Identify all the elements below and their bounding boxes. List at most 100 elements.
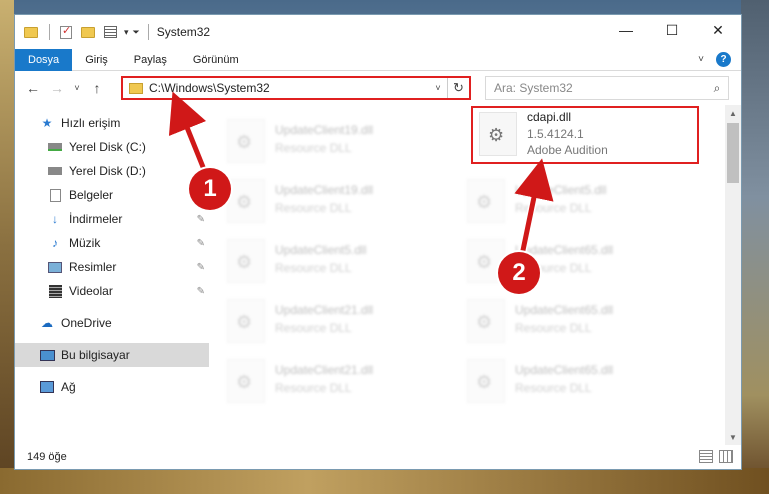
file-item[interactable]: UpdateClient21.dll Resource DLL [221,293,451,353]
file-item-cdapi-highlighted[interactable]: cdapi.dll 1.5.4124.1 Adobe Audition [471,106,699,164]
download-icon: ↓ [52,212,58,226]
sidebar-item-label: OneDrive [61,316,112,330]
callout-2: 2 [498,252,540,294]
dll-file-icon [467,359,505,403]
file-description: Resource DLL [275,201,352,215]
sidebar-item-this-pc[interactable]: Bu bilgisayar [15,343,209,367]
sidebar-item-disk-c[interactable]: Yerel Disk (C:) [15,135,209,159]
sidebar-item-label: Videolar [69,284,113,298]
up-button[interactable]: ↑ [85,76,109,100]
scroll-thumb[interactable] [727,123,739,183]
file-name: UpdateClient19.dll [275,183,374,197]
file-description: Resource DLL [515,201,592,215]
folder-icon [23,24,39,40]
file-name: UpdateClient21.dll [275,363,374,377]
address-bar[interactable]: C:\Windows\System32 ˅ ↻ [121,76,471,100]
navigation-bar: ← → ˅ ↑ C:\Windows\System32 ˅ ↻ Ara: Sys… [15,71,741,105]
dll-file-icon [227,239,265,283]
sidebar-item-label: Belgeler [69,188,114,202]
ribbon-tabs: Dosya Giriş Paylaş Görünüm ˅ ? [15,48,741,71]
sidebar-item-videos[interactable]: Videolar ✎ [15,279,209,303]
new-folder-icon[interactable] [80,24,96,40]
window-controls: — ☐ ✕ [603,15,741,45]
sidebar-item-label: Yerel Disk (C:) [69,140,146,154]
back-button[interactable]: ← [21,76,45,100]
tab-view[interactable]: Görünüm [180,49,252,71]
ribbon-right-controls: ˅ ? [698,52,731,67]
file-name: UpdateClient5.dll [515,183,607,197]
customize-toolbar-icon[interactable]: ⏷ [133,27,140,38]
properties-icon[interactable] [102,24,118,40]
vertical-scrollbar[interactable]: ▲ ▼ [725,105,741,445]
file-item[interactable]: UpdateClient5.dll Resource DLL [461,173,691,233]
file-name: UpdateClient21.dll [275,303,374,317]
sidebar-item-music[interactable]: ♪ Müzik ✎ [15,231,209,255]
file-item[interactable]: UpdateClient21.dll Resource DLL [221,353,451,413]
file-item[interactable]: UpdateClient65.dllResource DLL [461,293,691,353]
forward-button[interactable]: → [45,76,69,100]
navigation-pane: ★ Hızlı erişim Yerel Disk (C:) Yerel Dis… [15,105,209,445]
scroll-down-icon[interactable]: ▼ [725,429,741,445]
help-icon[interactable]: ? [716,52,731,67]
quick-access-dropdown-icon[interactable]: ▾ [124,27,129,38]
window-title: System32 [156,25,211,39]
pin-icon[interactable]: ✎ [197,286,205,297]
refresh-button[interactable]: ↻ [447,78,469,98]
sidebar-item-pictures[interactable]: Resimler ✎ [15,255,209,279]
sidebar-item-label: Ağ [61,380,76,394]
search-icon[interactable]: ⌕ [706,81,728,96]
search-input[interactable]: Ara: System32 ⌕ [485,76,729,100]
callout-1: 1 [189,168,231,210]
pin-icon[interactable]: ✎ [197,238,205,249]
large-icons-view-icon[interactable] [719,450,733,463]
file-list: UpdateClient19.dll Resource DLL UpdateCli… [211,105,723,445]
sidebar-item-label: İndirmeler [69,212,123,226]
file-description: Resource DLL [275,261,352,275]
sidebar-item-label: Resimler [69,260,117,274]
details-view-icon[interactable] [699,450,713,463]
folder-icon [129,82,143,94]
sidebar-item-documents[interactable]: Belgeler [15,183,209,207]
sidebar-item-label: Bu bilgisayar [61,348,130,362]
cloud-icon: ☁ [41,316,53,330]
recent-locations-button[interactable]: ˅ [69,76,85,100]
file-name: cdapi.dll [527,110,572,124]
tab-share[interactable]: Paylaş [121,49,180,71]
file-item[interactable]: UpdateClient65.dllResource DLL [461,233,691,293]
sidebar-item-downloads[interactable]: ↓ İndirmeler ✎ [15,207,209,231]
dll-file-icon [227,359,265,403]
sidebar-item-quick-access[interactable]: ★ Hızlı erişim [15,111,209,135]
file-item[interactable]: UpdateClient19.dll Resource DLL [221,113,451,173]
sidebar-item-network[interactable]: Ağ [15,375,209,399]
item-count: 149 öğe [27,451,67,463]
sidebar-item-disk-d[interactable]: Yerel Disk (D:) [15,159,209,183]
view-switcher [699,450,733,463]
address-path[interactable]: C:\Windows\System32 [149,81,429,95]
address-dropdown-icon[interactable]: ˅ [429,83,447,93]
expand-ribbon-icon[interactable]: ˅ [698,54,704,65]
minimize-button[interactable]: — [603,15,649,45]
file-name: UpdateClient19.dll [275,123,374,137]
pictures-icon [47,260,63,274]
file-item[interactable]: UpdateClient5.dll Resource DLL [221,233,451,293]
pin-icon[interactable]: ✎ [197,262,205,273]
scroll-up-icon[interactable]: ▲ [725,105,741,121]
search-placeholder: Ara: System32 [494,81,573,95]
desktop-background-bottom [0,468,769,494]
file-description: Resource DLL [275,141,352,155]
tab-home[interactable]: Giriş [72,49,121,71]
file-item[interactable]: UpdateClient19.dll Resource DLL [221,173,451,233]
close-button[interactable]: ✕ [695,15,741,45]
sidebar-item-onedrive[interactable]: ☁ OneDrive [15,311,209,335]
maximize-button[interactable]: ☐ [649,15,695,45]
properties-check-icon[interactable] [58,24,74,40]
title-separator [49,24,50,40]
file-item[interactable]: UpdateClient65.dllResource DLL [461,353,691,413]
pin-icon[interactable]: ✎ [197,214,205,225]
documents-icon [47,188,63,202]
sidebar-item-label: Müzik [69,236,101,250]
tab-file[interactable]: Dosya [15,48,73,71]
